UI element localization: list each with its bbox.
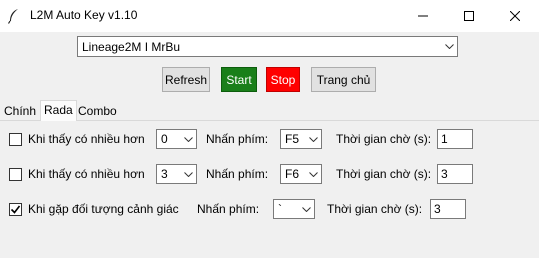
row1-key-label: Nhấn phím: (206, 132, 269, 146)
maximize-button[interactable] (446, 0, 492, 32)
stop-button[interactable]: Stop (266, 67, 300, 92)
minimize-button[interactable] (400, 0, 446, 32)
row1-checkbox[interactable] (9, 133, 22, 146)
chevron-down-icon (180, 165, 196, 183)
row1-count-value: 0 (161, 132, 168, 146)
row3-checkbox[interactable] (9, 203, 22, 216)
maximize-icon (464, 11, 474, 21)
checkmark-icon (10, 205, 21, 214)
row2-wait-input[interactable]: 3 (437, 164, 473, 184)
close-button[interactable] (492, 0, 538, 32)
row1-wait-input[interactable]: 1 (437, 129, 473, 149)
window-title: L2M Auto Key v1.10 (30, 8, 138, 22)
chevron-down-icon (298, 200, 314, 218)
row2-key-label: Nhấn phím: (206, 167, 269, 181)
row3-key-label: Nhấn phím: (197, 202, 260, 216)
title-bar: L2M Auto Key v1.10 (0, 0, 539, 32)
target-window-select[interactable]: Lineage2M I MrBu (77, 36, 458, 57)
chevron-down-icon (441, 37, 457, 56)
row3-label: Khi gặp đối tượng cảnh giác (28, 202, 179, 216)
tab-rada[interactable]: Rada (40, 100, 77, 121)
chevron-down-icon (305, 165, 321, 183)
home-button[interactable]: Trang chủ (311, 67, 376, 92)
row2-count-select[interactable]: 3 (156, 164, 197, 184)
row2-wait-label: Thời gian chờ (s): (336, 167, 432, 181)
row1-wait-label: Thời gian chờ (s): (336, 132, 432, 146)
row3-wait-input[interactable]: 3 (430, 199, 466, 219)
close-icon (510, 11, 520, 21)
start-button[interactable]: Start (221, 67, 257, 92)
row2-checkbox[interactable] (9, 168, 22, 181)
row3-key-value: ` (278, 202, 282, 216)
refresh-button[interactable]: Refresh (162, 67, 210, 92)
tab-chinh[interactable]: Chính (1, 102, 39, 121)
row2-key-value: F6 (285, 167, 300, 181)
feather-icon (7, 9, 18, 24)
row1-count-select[interactable]: 0 (156, 129, 197, 149)
row3-wait-label: Thời gian chờ (s): (327, 202, 423, 216)
row1-label: Khi thấy có nhiều hơn (28, 132, 145, 146)
row2-count-value: 3 (161, 167, 168, 181)
chevron-down-icon (305, 130, 321, 148)
row2-label: Khi thấy có nhiều hơn (28, 167, 145, 181)
tab-combo[interactable]: Combo (75, 102, 120, 121)
chevron-down-icon (180, 130, 196, 148)
row3-key-select[interactable]: ` (273, 199, 315, 219)
target-window-value: Lineage2M I MrBu (82, 39, 181, 54)
row2-key-select[interactable]: F6 (280, 164, 322, 184)
minimize-icon (418, 15, 428, 17)
row1-key-select[interactable]: F5 (280, 129, 322, 149)
row1-key-value: F5 (285, 132, 300, 146)
